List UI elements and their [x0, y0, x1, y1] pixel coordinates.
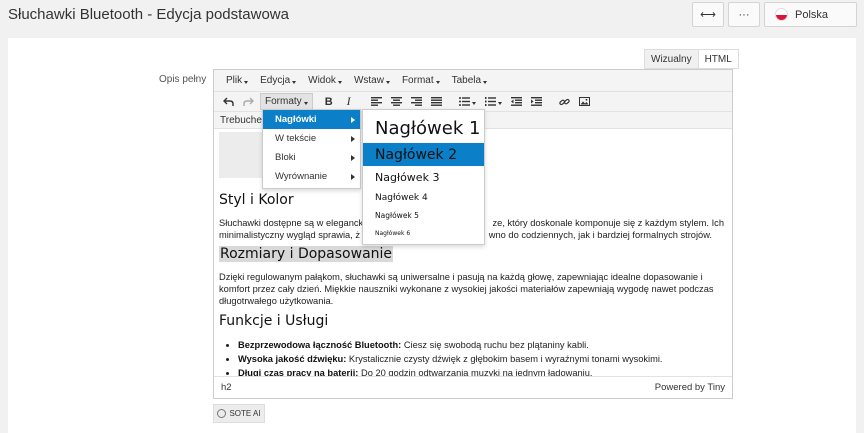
- bold-button[interactable]: B: [319, 93, 339, 110]
- tab-visual[interactable]: Wizualny: [645, 50, 699, 68]
- list-item: Wysoka jakość dźwięku: Krystalicznie czy…: [238, 352, 663, 366]
- align-right-button[interactable]: [407, 93, 427, 110]
- formats-item-alignment[interactable]: Wyrównanie: [263, 167, 360, 186]
- outdent-icon: [511, 97, 523, 106]
- sote-ai-button[interactable]: SOTE AI: [213, 404, 265, 423]
- ai-icon: [217, 409, 227, 418]
- numbered-list-icon: [485, 97, 497, 106]
- heading-features: Funkcje i Usługi: [219, 313, 329, 329]
- caret-down-icon: [483, 80, 488, 84]
- formats-dropdown: Nagłówki W tekście Bloki Wyrównanie: [262, 109, 361, 189]
- caret-down-icon: [303, 101, 308, 105]
- formats-item-blocks[interactable]: Bloki: [263, 148, 360, 167]
- features-list: Bezprzewodowa łączność Bluetooth: Ciesz …: [238, 338, 663, 380]
- chevron-right-icon: [351, 154, 355, 161]
- menu-edit[interactable]: Edycja: [254, 75, 302, 86]
- expand-button[interactable]: ⟷: [692, 2, 724, 27]
- redo-icon: [242, 97, 254, 106]
- bold-icon: B: [324, 95, 333, 108]
- bullet-list-button[interactable]: [455, 93, 481, 110]
- heading-3-option[interactable]: Nagłówek 3: [363, 168, 484, 187]
- numbered-list-button[interactable]: [481, 93, 507, 110]
- align-justify-icon: [431, 97, 443, 106]
- align-left-button[interactable]: [367, 93, 387, 110]
- caret-down-icon: [337, 80, 342, 84]
- more-button[interactable]: ···: [728, 2, 760, 27]
- tab-html[interactable]: HTML: [699, 50, 738, 68]
- menu-file[interactable]: Plik: [220, 75, 254, 86]
- heading-4-option[interactable]: Nagłówek 4: [363, 189, 484, 206]
- list-item: Bezprzewodowa łączność Bluetooth: Ciesz …: [238, 338, 663, 352]
- editor-mode-tabs: Wizualny HTML: [644, 49, 739, 69]
- align-left-icon: [371, 97, 383, 106]
- align-center-icon: [391, 97, 403, 106]
- heading-style: Styl i Kolor: [219, 192, 294, 208]
- expand-icon: ⟷: [700, 9, 716, 21]
- editor-statusbar: h2 Powered by Tiny: [214, 376, 732, 398]
- menu-table[interactable]: Tabela: [446, 75, 493, 86]
- align-justify-button[interactable]: [427, 93, 447, 110]
- headings-submenu: Nagłówek 1 Nagłówek 2 Nagłówek 3 Nagłówe…: [362, 109, 485, 245]
- image-icon: [579, 97, 591, 106]
- formats-item-headings[interactable]: Nagłówki: [263, 110, 360, 129]
- caret-down-icon: [472, 101, 477, 105]
- paragraph-size: Dzięki regulowanym pałąkom, słuchawki są…: [219, 272, 714, 306]
- caret-down-icon: [498, 101, 503, 105]
- page-title: Słuchawki Bluetooth - Edycja podstawowa: [8, 6, 289, 23]
- formats-button[interactable]: Formaty: [260, 93, 313, 110]
- language-select[interactable]: Polska: [764, 2, 857, 27]
- element-path[interactable]: h2: [221, 382, 232, 393]
- chevron-right-icon: [351, 173, 355, 180]
- powered-by-link[interactable]: Powered by Tiny: [655, 382, 725, 393]
- undo-button[interactable]: [218, 93, 238, 110]
- chevron-right-icon: [351, 116, 355, 123]
- image-button[interactable]: [575, 93, 595, 110]
- align-center-button[interactable]: [387, 93, 407, 110]
- editor-menubar: Plik Edycja Widok Wstaw Format Tabela: [214, 70, 732, 92]
- caret-down-icon: [292, 80, 297, 84]
- heading-6-option[interactable]: Nagłówek 6: [363, 226, 484, 240]
- align-right-icon: [411, 97, 423, 106]
- menu-view[interactable]: Widok: [302, 75, 348, 86]
- heading-2-option[interactable]: Nagłówek 2: [363, 143, 484, 166]
- caret-down-icon: [435, 80, 440, 84]
- menu-format[interactable]: Format: [396, 75, 446, 86]
- link-button[interactable]: [555, 93, 575, 110]
- undo-icon: [222, 97, 234, 106]
- chevron-right-icon: [351, 135, 355, 142]
- redo-button[interactable]: [238, 93, 258, 110]
- outdent-button[interactable]: [507, 93, 527, 110]
- poland-flag-icon: [775, 8, 788, 21]
- link-icon: [559, 98, 570, 105]
- formats-item-inline[interactable]: W tekście: [263, 129, 360, 148]
- indent-button[interactable]: [527, 93, 547, 110]
- caret-down-icon: [385, 80, 390, 84]
- heading-5-option[interactable]: Nagłówek 5: [363, 208, 484, 223]
- heading-1-option[interactable]: Nagłówek 1: [363, 114, 484, 142]
- language-label: Polska: [795, 8, 829, 21]
- italic-button[interactable]: I: [339, 93, 359, 110]
- bullet-list-icon: [459, 97, 471, 106]
- menu-insert[interactable]: Wstaw: [348, 75, 396, 86]
- italic-icon: I: [346, 94, 351, 108]
- heading-size: Rozmiary i Dopasowanie: [219, 246, 394, 262]
- more-icon: ···: [738, 8, 750, 21]
- indent-icon: [531, 97, 543, 106]
- field-label: Opis pełny: [159, 74, 207, 85]
- caret-down-icon: [244, 80, 249, 84]
